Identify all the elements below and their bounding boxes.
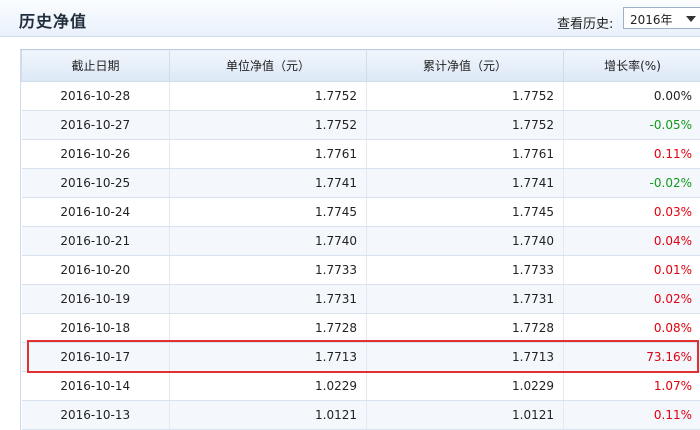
- cell-unit-nav: 1.7752: [170, 111, 367, 140]
- cell-growth-rate: 0.01%: [564, 256, 700, 285]
- table-row: 2016-10-201.77331.77330.01%: [22, 256, 700, 285]
- cell-unit-nav: 1.7745: [170, 198, 367, 227]
- cell-growth-rate: -0.02%: [564, 169, 700, 198]
- cell-unit-nav: 1.0229: [170, 372, 367, 401]
- cell-unit-nav: 1.7731: [170, 285, 367, 314]
- cell-growth-rate: 0.08%: [564, 314, 700, 343]
- cell-cum-nav: 1.7761: [367, 140, 564, 169]
- cell-unit-nav: 1.7752: [170, 82, 367, 111]
- year-select-value: 2016年: [630, 13, 673, 27]
- table-row: 2016-10-241.77451.77450.03%: [22, 198, 700, 227]
- cell-cum-nav: 1.0121: [367, 401, 564, 430]
- nav-history-table-container: 截止日期 单位净值（元） 累计净值（元） 增长率(%) 2016-10-281.…: [20, 49, 700, 430]
- table-header-row: 截止日期 单位净值（元） 累计净值（元） 增长率(%): [22, 50, 700, 82]
- cell-date: 2016-10-17: [22, 343, 170, 372]
- cell-date: 2016-10-27: [22, 111, 170, 140]
- cell-unit-nav: 1.7728: [170, 314, 367, 343]
- cell-growth-rate: 0.04%: [564, 227, 700, 256]
- cell-date: 2016-10-20: [22, 256, 170, 285]
- cell-date: 2016-10-21: [22, 227, 170, 256]
- cell-growth-rate: 0.11%: [564, 140, 700, 169]
- year-select[interactable]: 2016年: [623, 7, 700, 29]
- column-header-date: 截止日期: [22, 50, 170, 82]
- nav-history-table: 截止日期 单位净值（元） 累计净值（元） 增长率(%) 2016-10-281.…: [21, 49, 700, 430]
- column-header-cum-nav: 累计净值（元）: [367, 50, 564, 82]
- cell-date: 2016-10-13: [22, 401, 170, 430]
- table-row: 2016-10-211.77401.77400.04%: [22, 227, 700, 256]
- cell-growth-rate: 0.00%: [564, 82, 700, 111]
- cell-date: 2016-10-28: [22, 82, 170, 111]
- cell-date: 2016-10-25: [22, 169, 170, 198]
- table-row: 2016-10-281.77521.77520.00%: [22, 82, 700, 111]
- column-header-unit-nav: 单位净值（元）: [170, 50, 367, 82]
- cell-cum-nav: 1.0229: [367, 372, 564, 401]
- cell-cum-nav: 1.7728: [367, 314, 564, 343]
- table-row: 2016-10-141.02291.02291.07%: [22, 372, 700, 401]
- cell-growth-rate: 1.07%: [564, 372, 700, 401]
- header-bar: 历史净值 查看历史: 2016年: [0, 0, 700, 37]
- table-row: 2016-10-261.77611.77610.11%: [22, 140, 700, 169]
- page-title: 历史净值: [19, 8, 87, 32]
- table-row: 2016-10-131.01211.01210.11%: [22, 401, 700, 430]
- cell-cum-nav: 1.7752: [367, 82, 564, 111]
- cell-date: 2016-10-18: [22, 314, 170, 343]
- cell-cum-nav: 1.7733: [367, 256, 564, 285]
- table-row: 2016-10-271.77521.7752-0.05%: [22, 111, 700, 140]
- table-row: 2016-10-171.77131.771373.16%: [22, 343, 700, 372]
- cell-growth-rate: 0.03%: [564, 198, 700, 227]
- cell-unit-nav: 1.7761: [170, 140, 367, 169]
- cell-date: 2016-10-19: [22, 285, 170, 314]
- cell-growth-rate: 0.02%: [564, 285, 700, 314]
- table-row: 2016-10-181.77281.77280.08%: [22, 314, 700, 343]
- table-row: 2016-10-191.77311.77310.02%: [22, 285, 700, 314]
- cell-growth-rate: 0.11%: [564, 401, 700, 430]
- cell-date: 2016-10-26: [22, 140, 170, 169]
- table-row: 2016-10-251.77411.7741-0.02%: [22, 169, 700, 198]
- cell-unit-nav: 1.7741: [170, 169, 367, 198]
- cell-cum-nav: 1.7752: [367, 111, 564, 140]
- cell-unit-nav: 1.7740: [170, 227, 367, 256]
- cell-unit-nav: 1.0121: [170, 401, 367, 430]
- cell-unit-nav: 1.7733: [170, 256, 367, 285]
- column-header-growth-rate: 增长率(%): [564, 50, 700, 82]
- cell-cum-nav: 1.7731: [367, 285, 564, 314]
- chevron-down-icon: [686, 16, 696, 22]
- cell-growth-rate: 73.16%: [564, 343, 700, 372]
- history-label: 查看历史:: [557, 13, 613, 32]
- cell-cum-nav: 1.7740: [367, 227, 564, 256]
- cell-unit-nav: 1.7713: [170, 343, 367, 372]
- cell-date: 2016-10-14: [22, 372, 170, 401]
- cell-cum-nav: 1.7745: [367, 198, 564, 227]
- cell-growth-rate: -0.05%: [564, 111, 700, 140]
- cell-cum-nav: 1.7713: [367, 343, 564, 372]
- cell-date: 2016-10-24: [22, 198, 170, 227]
- cell-cum-nav: 1.7741: [367, 169, 564, 198]
